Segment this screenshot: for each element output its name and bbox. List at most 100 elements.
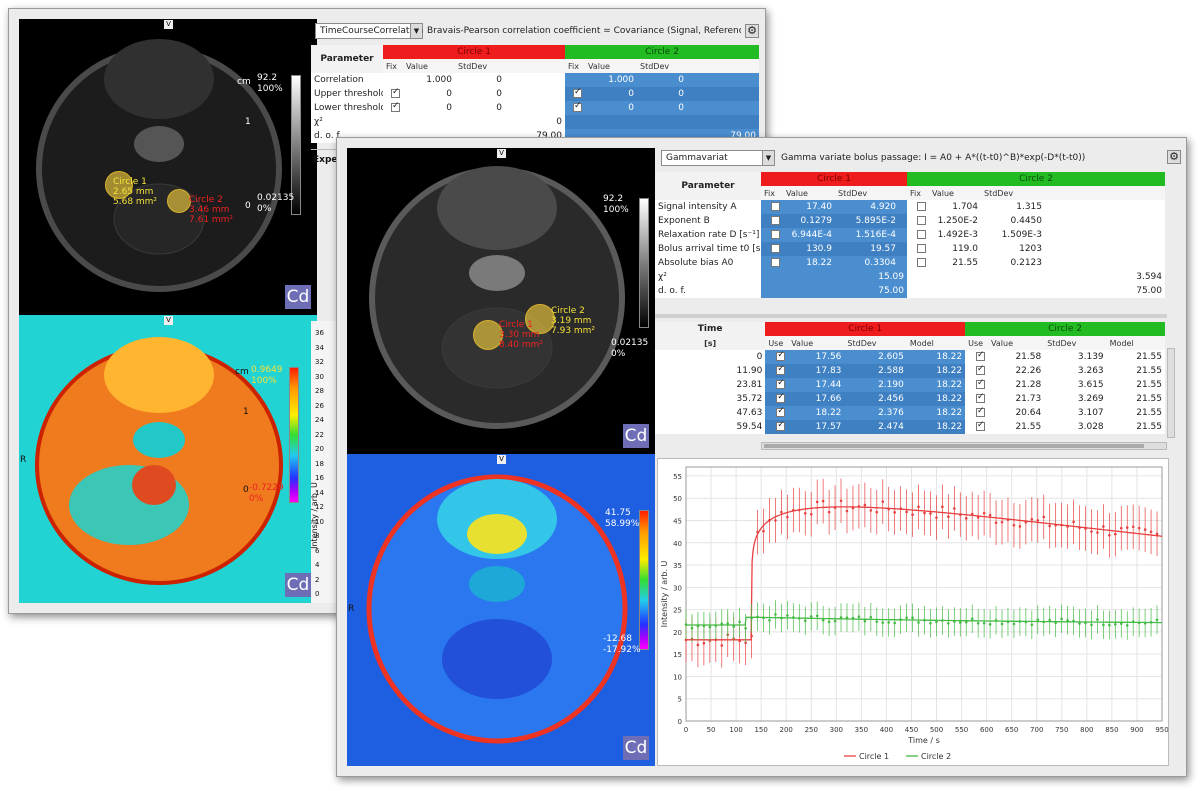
- value-cell[interactable]: 17.44: [788, 378, 845, 392]
- use-checkbox[interactable]: [776, 378, 786, 389]
- horizontal-scrollbar[interactable]: [761, 442, 1167, 450]
- use-checkbox[interactable]: [976, 406, 986, 417]
- table-row[interactable]: Exponent B 0.1279 5.895E-2 1.250E-2 0.4450: [655, 214, 1165, 228]
- scrollbar-thumb[interactable]: [764, 444, 1144, 448]
- value-cell[interactable]: 21.28: [988, 378, 1045, 392]
- value-cell[interactable]: 0: [403, 87, 455, 101]
- fix-checkbox[interactable]: [391, 101, 400, 112]
- back-anatomical-image[interactable]: V cm 1 0 92.2 100% 0.02135 0% Circle 1 2…: [19, 19, 317, 315]
- scale-max-pct-label: 100%: [603, 205, 629, 215]
- table-row[interactable]: Relaxation rate D [s⁻¹] 6.944E-4 1.516E-4 1…: [655, 228, 1165, 242]
- pad-cell: [1045, 200, 1165, 214]
- table-row[interactable]: 23.81 17.442.19018.22 21.283.61521.55: [655, 378, 1165, 392]
- use-checkbox[interactable]: [776, 406, 786, 417]
- front-anatomical-image[interactable]: V 92.2 100% 0.02135 0% Circle 1 3.30 mm …: [347, 148, 655, 454]
- value-cell[interactable]: 0: [585, 101, 637, 115]
- table-row[interactable]: 59.54 17.572.47418.22 21.553.02821.55: [655, 420, 1165, 434]
- data-point: [1006, 518, 1010, 522]
- back-correlation-map[interactable]: V R cm 1 0 0.9649 100% -0.7229 0% Cd: [19, 315, 317, 603]
- axis-tick-label: 0: [315, 590, 320, 598]
- use-checkbox[interactable]: [976, 364, 986, 375]
- table-row[interactable]: Signal intensity A 17.40 4.920 1.704 1.315: [655, 200, 1165, 214]
- value-cell[interactable]: 21.55: [988, 420, 1045, 434]
- front-relaxation-map[interactable]: V R 41.75 58.99% -12.68 -17.92% Cd: [347, 454, 655, 766]
- value-cell[interactable]: 1.250E-2: [929, 214, 981, 228]
- value-cell[interactable]: 17.56: [788, 350, 845, 364]
- vertical-scrollbar[interactable]: [1167, 348, 1175, 438]
- fix-checkbox[interactable]: [771, 244, 780, 253]
- data-point: [935, 516, 938, 519]
- fix-checkbox[interactable]: [771, 230, 780, 239]
- splitter-handle[interactable]: [655, 314, 1167, 318]
- fix-checkbox[interactable]: [391, 87, 400, 98]
- fix-checkbox[interactable]: [771, 202, 780, 211]
- fix-checkbox[interactable]: [917, 258, 926, 267]
- fix-checkbox[interactable]: [917, 202, 926, 211]
- use-checkbox[interactable]: [776, 392, 786, 403]
- gear-icon[interactable]: ⚙: [1167, 150, 1181, 164]
- fix-checkbox[interactable]: [917, 230, 926, 239]
- cd-badge[interactable]: Cd: [623, 424, 649, 448]
- model-select[interactable]: Gammavariat ▼: [661, 150, 775, 166]
- value-cell[interactable]: 1.492E-3: [929, 228, 981, 242]
- table-row[interactable]: Absolute bias A0 18.22 0.3304 21.55 0.2123: [655, 256, 1165, 270]
- value-cell[interactable]: 6.944E-4: [783, 228, 835, 242]
- cd-badge[interactable]: Cd: [285, 285, 311, 309]
- value-cell[interactable]: 0: [403, 101, 455, 115]
- table-row[interactable]: Bolus arrival time t0 [s] 130.9 19.57 119.0…: [655, 242, 1165, 256]
- table-row[interactable]: Correlation 1.000 0 1.000 0: [311, 73, 759, 87]
- table-row[interactable]: Upper threshold 0 0 0 0: [311, 87, 759, 101]
- table-row[interactable]: 0 17.562.60518.22 21.583.13921.55: [655, 350, 1165, 364]
- chevron-down-icon[interactable]: ▼: [410, 24, 422, 38]
- fix-checkbox[interactable]: [573, 87, 582, 98]
- fix-checkbox[interactable]: [771, 216, 780, 225]
- use-checkbox[interactable]: [776, 364, 786, 375]
- use-checkbox[interactable]: [776, 350, 786, 361]
- value-cell[interactable]: 18.22: [788, 406, 845, 420]
- value-cell[interactable]: 1.000: [585, 73, 637, 87]
- use-checkbox[interactable]: [976, 378, 986, 389]
- value-cell[interactable]: 22.26: [988, 364, 1045, 378]
- cd-badge[interactable]: Cd: [623, 736, 649, 760]
- data-point: [1143, 528, 1147, 531]
- use-checkbox[interactable]: [776, 420, 786, 431]
- value-cell[interactable]: 21.73: [988, 392, 1045, 406]
- value-cell[interactable]: 0.1279: [783, 214, 835, 228]
- table-row[interactable]: Lower threshold 0 0 0 0: [311, 101, 759, 115]
- fix-checkbox[interactable]: [917, 216, 926, 225]
- value-cell[interactable]: 17.57: [788, 420, 845, 434]
- value-cell[interactable]: 21.55: [929, 256, 981, 270]
- data-point: [839, 616, 843, 619]
- value-cell[interactable]: 17.66: [788, 392, 845, 406]
- value-cell[interactable]: 119.0: [929, 242, 981, 256]
- value-cell[interactable]: 17.83: [788, 364, 845, 378]
- model-select[interactable]: TimeCourseCorrelation ▼: [315, 23, 423, 39]
- fix-checkbox[interactable]: [917, 244, 926, 253]
- value-cell[interactable]: 17.40: [783, 200, 835, 214]
- table-row[interactable]: 35.72 17.662.45618.22 21.733.26921.55: [655, 392, 1165, 406]
- value-cell[interactable]: 130.9: [783, 242, 835, 256]
- use-checkbox[interactable]: [976, 350, 986, 361]
- gear-icon[interactable]: ⚙: [745, 24, 759, 38]
- cd-badge[interactable]: Cd: [285, 573, 311, 597]
- value-cell[interactable]: 1.000: [403, 73, 455, 87]
- value-cell[interactable]: 18.22: [783, 256, 835, 270]
- value-cell[interactable]: 0: [585, 87, 637, 101]
- chevron-down-icon[interactable]: ▼: [762, 151, 774, 165]
- fit-chart[interactable]: 0 50 100 150 200 250 300 350 400 450 500 550 600 650 7…: [657, 458, 1169, 766]
- value-cell[interactable]: 21.58: [988, 350, 1045, 364]
- fix-checkbox[interactable]: [771, 258, 780, 267]
- use-checkbox[interactable]: [976, 392, 986, 403]
- data-point: [1066, 525, 1069, 528]
- value-cell[interactable]: 20.64: [988, 406, 1045, 420]
- table-row[interactable]: 47.63 18.222.37618.22 20.643.10721.55: [655, 406, 1165, 420]
- data-point: [887, 621, 891, 624]
- roi-circle-2[interactable]: [167, 189, 191, 213]
- value-cell[interactable]: 1.704: [929, 200, 981, 214]
- y-tick-label: 35: [673, 562, 682, 570]
- data-point: [958, 513, 962, 516]
- use-checkbox[interactable]: [976, 420, 986, 431]
- fix-checkbox[interactable]: [573, 101, 582, 112]
- table-row[interactable]: 11.90 17.832.58818.22 22.263.26321.55: [655, 364, 1165, 378]
- front-parameter-table: Parameter Circle 1 Circle 2 Fix Value St…: [655, 172, 1165, 298]
